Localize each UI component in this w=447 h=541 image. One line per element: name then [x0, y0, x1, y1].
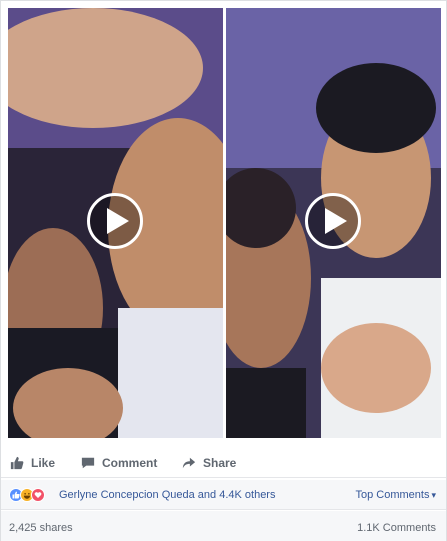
post-actions-bar: Like Comment Share	[1, 448, 446, 478]
comment-button[interactable]: Comment	[80, 448, 157, 477]
reactors-summary[interactable]: Gerlyne Concepcion Queda and 4.4K others	[59, 489, 275, 501]
love-reaction-icon	[31, 488, 45, 502]
reaction-icons[interactable]	[9, 488, 45, 502]
like-button[interactable]: Like	[9, 448, 55, 477]
play-button-right[interactable]	[305, 193, 361, 249]
reactions-row: Gerlyne Concepcion Queda and 4.4K others…	[1, 480, 446, 510]
like-label: Like	[31, 455, 56, 470]
play-icon	[324, 208, 347, 234]
right-video[interactable]	[226, 8, 441, 438]
facebook-post-card: Like Comment Share Gerlyne Concepcion Qu…	[0, 0, 447, 541]
thumbs-up-icon	[9, 455, 25, 471]
comment-icon	[80, 455, 96, 471]
comments-count[interactable]: 1.1K Comments	[357, 522, 436, 534]
comment-label: Comment	[102, 455, 158, 470]
shares-count[interactable]: 2,425 shares	[9, 522, 73, 534]
play-button-left[interactable]	[87, 193, 143, 249]
chevron-down-icon: ▾	[431, 490, 436, 500]
stats-row: 2,425 shares 1.1K Comments	[1, 511, 446, 541]
video-grid	[8, 8, 441, 438]
play-icon	[106, 208, 129, 234]
share-arrow-icon	[181, 455, 197, 471]
top-comments-dropdown[interactable]: Top Comments ▾	[355, 489, 436, 501]
share-button[interactable]: Share	[181, 448, 236, 477]
top-comments-label: Top Comments	[355, 489, 430, 501]
share-label: Share	[203, 455, 237, 470]
left-video[interactable]	[8, 8, 223, 438]
